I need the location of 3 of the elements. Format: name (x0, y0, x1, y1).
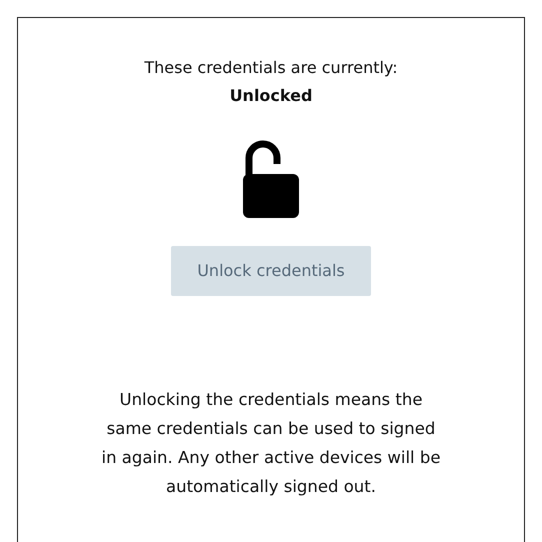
status-label: These credentials are currently: (144, 57, 398, 79)
description-text: Unlocking the credentials means the same credentials can be used to signed in again. Any other active devices will be automatically signed out. (101, 389, 441, 498)
status-text: Unlocked (230, 85, 312, 107)
